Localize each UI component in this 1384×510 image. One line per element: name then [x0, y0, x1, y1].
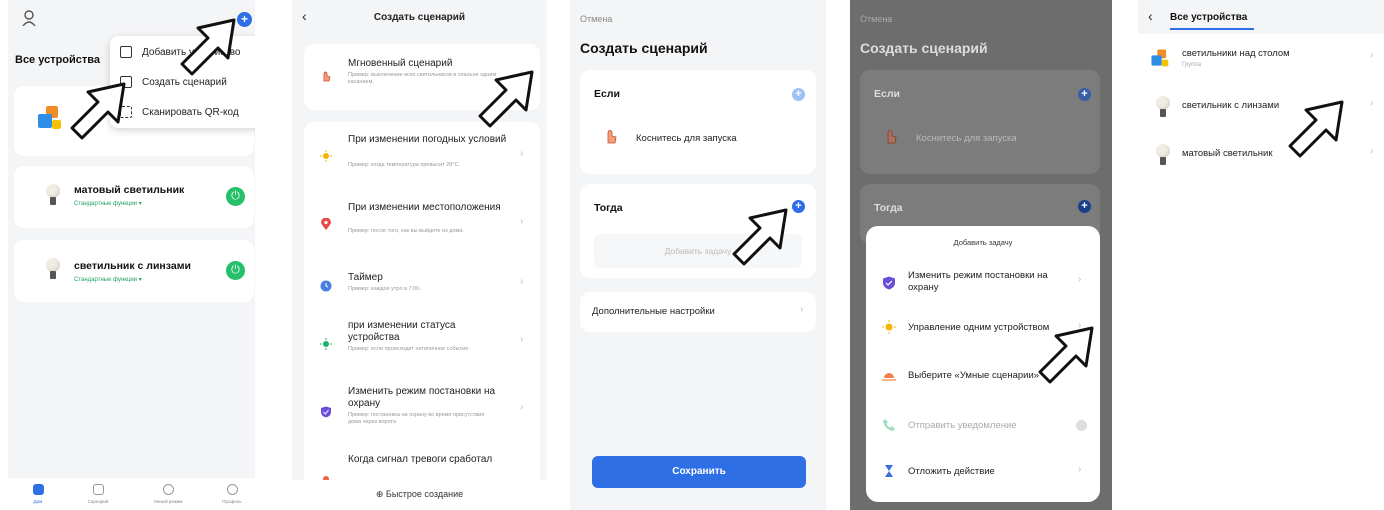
bulb-icon — [46, 184, 60, 206]
panel-scene-editor: Отмена Создать сценарий Если + Коснитесь… — [570, 0, 826, 510]
home-icon — [32, 484, 44, 495]
panel-add-task-sheet: Отмена Создать сценарий Если + Коснитесь… — [850, 0, 1112, 510]
group-icon — [38, 106, 61, 129]
pointer-cursor-icon — [1038, 326, 1094, 384]
shield-icon — [883, 276, 895, 290]
advanced-settings-row[interactable]: Дополнительные настройки › — [580, 292, 816, 332]
device-status-icon — [320, 338, 332, 350]
group-icon — [1151, 49, 1169, 67]
profile-icon — [226, 484, 238, 495]
cancel-button[interactable]: Отмена — [860, 14, 892, 24]
add-condition-button[interactable]: + — [792, 88, 805, 101]
device-control-icon — [882, 320, 896, 334]
pointer-cursor-icon — [1288, 100, 1344, 158]
add-action-button[interactable]: + — [792, 200, 805, 213]
bulb-icon — [46, 258, 60, 280]
clock-icon — [320, 280, 332, 292]
quick-create-label: ⊕ Быстрое создание — [375, 489, 464, 499]
chevron-right-icon: › — [1078, 464, 1082, 475]
device-functions[interactable]: Стандартные функции ▾ — [74, 276, 142, 283]
touch-trigger: Коснитесь для запуска — [916, 133, 1017, 144]
back-button[interactable]: ‹ — [1148, 8, 1153, 24]
page-title: Все устройства — [15, 54, 101, 66]
add-condition-button: + — [1078, 88, 1091, 101]
if-label: Если — [874, 88, 900, 100]
cancel-button[interactable]: Отмена — [580, 14, 612, 24]
page-title: Создать сценарий — [580, 40, 708, 56]
then-label: Тогда — [594, 202, 623, 214]
location-pin-icon — [321, 218, 331, 230]
condition-list: При изменении погодных условий Пример: к… — [304, 122, 540, 492]
quick-create-bar[interactable]: ⊕ Быстрое создание — [292, 480, 547, 510]
device-card[interactable]: матовый светильник Стандартные функции ▾ — [14, 166, 254, 228]
scenario-icon — [92, 484, 104, 495]
panel-create-scene-type: ‹ Создать сценарий Мгновенный сценарий П… — [292, 0, 547, 510]
then-label: Тогда — [874, 202, 903, 214]
pointer-cursor-icon — [180, 18, 236, 76]
bulb-icon — [1156, 96, 1170, 118]
if-label: Если — [594, 88, 620, 100]
hand-touch-icon — [607, 130, 617, 144]
tab-home[interactable]: Дом — [20, 484, 56, 504]
panel-device-picker: ‹ Все устройства светильники над столом … — [1138, 0, 1384, 510]
tab-underline — [1170, 28, 1254, 30]
tab-all-devices[interactable]: Все устройства — [1170, 12, 1247, 23]
advanced-settings-label: Дополнительные настройки — [592, 306, 715, 317]
sun-icon — [320, 150, 332, 162]
hand-touch-icon — [323, 71, 331, 82]
menu-item-scan-qr[interactable]: Сканировать QR-код — [120, 104, 239, 120]
bulb-icon — [1156, 144, 1170, 166]
chevron-right-icon: › — [520, 148, 524, 159]
panel-devices-home: + Все устройства матовый светильник Стан… — [8, 0, 255, 510]
if-section: Если + Коснитесь для запуска — [580, 70, 816, 174]
chevron-right-icon: › — [520, 402, 524, 413]
page-title: Создать сценарий — [860, 40, 988, 56]
device-name: светильник с линзами — [74, 260, 191, 272]
chevron-right-icon: › — [520, 216, 524, 227]
save-button[interactable]: Сохранить — [592, 456, 806, 488]
chevron-right-icon: › — [1078, 274, 1082, 285]
device-name: матовый светильник — [74, 184, 185, 196]
header: ‹ Создать сценарий — [292, 0, 547, 30]
tab-profile[interactable]: Профиль — [214, 484, 250, 504]
pointer-cursor-icon — [478, 70, 534, 128]
sheet-title: Добавить задачу — [953, 238, 1013, 247]
device-card[interactable]: светильник с линзами Стандартные функции… — [14, 240, 254, 302]
chevron-right-icon: › — [1370, 50, 1374, 61]
hourglass-icon — [885, 465, 893, 477]
chevron-right-icon: › — [520, 276, 524, 287]
chevron-right-icon: › — [800, 304, 804, 315]
page-title: Создать сценарий — [373, 12, 466, 23]
info-icon — [1076, 420, 1087, 431]
pointer-cursor-icon — [70, 82, 126, 140]
touch-trigger[interactable]: Коснитесь для запуска — [636, 133, 737, 144]
device-add-icon — [120, 46, 132, 58]
pointer-cursor-icon — [732, 208, 788, 266]
sunrise-icon — [882, 373, 896, 381]
bottom-tab-bar: Дом Сценарий Умный режим Профиль — [8, 478, 255, 510]
hand-touch-icon — [887, 130, 897, 144]
power-toggle[interactable] — [226, 187, 245, 206]
device-functions[interactable]: Стандартные функции ▾ — [74, 200, 142, 207]
chevron-right-icon: › — [1370, 98, 1374, 109]
user-icon[interactable] — [22, 10, 36, 26]
tab-smart-mode[interactable]: Умный режим — [150, 484, 186, 504]
power-toggle[interactable] — [226, 261, 245, 280]
tab-scenario[interactable]: Сценарий — [80, 484, 116, 504]
phone-icon — [883, 419, 895, 431]
if-section-dimmed: Если + Коснитесь для запуска — [860, 70, 1100, 174]
add-action-button: + — [1078, 200, 1091, 213]
chevron-right-icon: › — [520, 334, 524, 345]
shield-icon — [321, 406, 331, 418]
smart-mode-icon — [162, 484, 174, 495]
chevron-right-icon: › — [1370, 146, 1374, 157]
